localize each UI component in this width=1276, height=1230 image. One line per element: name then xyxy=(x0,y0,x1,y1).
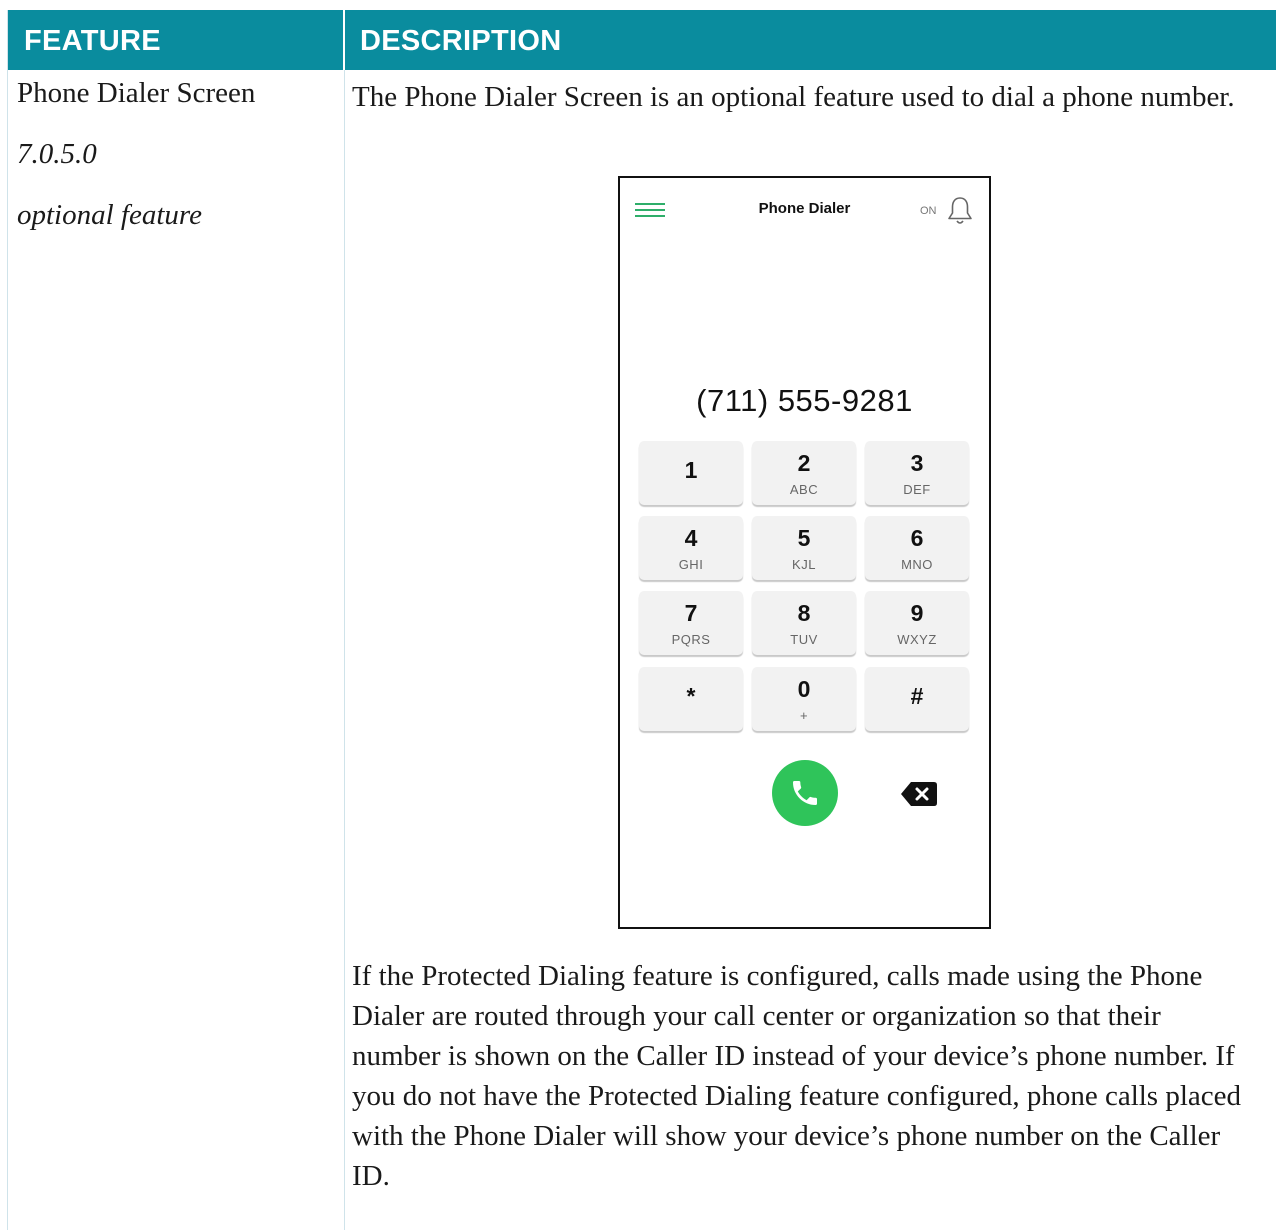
description-intro: The Phone Dialer Screen is an optional f… xyxy=(352,81,1235,113)
key-2[interactable]: 2 ABC xyxy=(752,441,856,505)
header-description: DESCRIPTION xyxy=(360,25,562,57)
key-9[interactable]: 9 WXYZ xyxy=(865,591,969,655)
key-digit: 7 xyxy=(684,600,698,626)
key-digit: 9 xyxy=(910,600,924,626)
header-feature: FEATURE xyxy=(24,25,161,57)
key-digit: 2 xyxy=(797,450,811,476)
key-letters: KJL xyxy=(792,557,816,572)
key-6[interactable]: 6 MNO xyxy=(865,516,969,580)
key-star[interactable]: * xyxy=(639,667,743,731)
header-divider xyxy=(343,10,345,70)
key-digit: 4 xyxy=(684,525,698,551)
key-letters: MNO xyxy=(901,557,933,572)
key-letters: PQRS xyxy=(671,632,711,647)
key-5[interactable]: 5 KJL xyxy=(752,516,856,580)
key-4[interactable]: 4 GHI xyxy=(639,516,743,580)
call-button[interactable] xyxy=(772,760,838,826)
dialed-number-display: (711) 555-9281 xyxy=(696,383,913,418)
feature-name: Phone Dialer Screen xyxy=(17,77,256,109)
key-digit: # xyxy=(910,683,924,709)
key-hash[interactable]: # xyxy=(865,667,969,731)
key-letters: TUV xyxy=(790,632,818,647)
key-digit: 1 xyxy=(684,457,698,483)
key-letters: GHI xyxy=(678,557,704,572)
key-letters: WXYZ xyxy=(897,632,937,647)
key-3[interactable]: 3 DEF xyxy=(865,441,969,505)
phone-icon xyxy=(793,781,817,805)
phone-dialer-screenshot: Phone Dialer ON (711) 555-9281 1 2 ABC 3… xyxy=(618,176,991,929)
backspace-icon[interactable] xyxy=(900,780,938,808)
key-letters: + xyxy=(799,708,809,723)
feature-note: optional feature xyxy=(17,199,202,231)
key-digit: 3 xyxy=(910,450,924,476)
key-digit: 0 xyxy=(797,676,811,702)
key-letters: DEF xyxy=(903,482,931,497)
notification-status: ON xyxy=(920,205,937,217)
key-digit: * xyxy=(686,683,696,709)
key-7[interactable]: 7 PQRS xyxy=(639,591,743,655)
key-8[interactable]: 8 TUV xyxy=(752,591,856,655)
feature-version: 7.0.5.0 xyxy=(17,138,97,170)
bell-icon[interactable] xyxy=(947,196,973,226)
feature-cell: Phone Dialer Screen 7.0.5.0 optional fea… xyxy=(17,73,255,256)
description-details: If the Protected Dialing feature is conf… xyxy=(352,960,1242,1192)
key-digit: 6 xyxy=(910,525,924,551)
key-digit: 8 xyxy=(797,600,811,626)
key-letters: ABC xyxy=(789,482,819,497)
table-header-row: FEATURE DESCRIPTION xyxy=(8,10,1276,70)
key-digit: 5 xyxy=(797,525,811,551)
column-divider xyxy=(344,70,345,1230)
key-1[interactable]: 1 xyxy=(639,441,743,505)
key-0[interactable]: 0 + xyxy=(752,667,856,731)
